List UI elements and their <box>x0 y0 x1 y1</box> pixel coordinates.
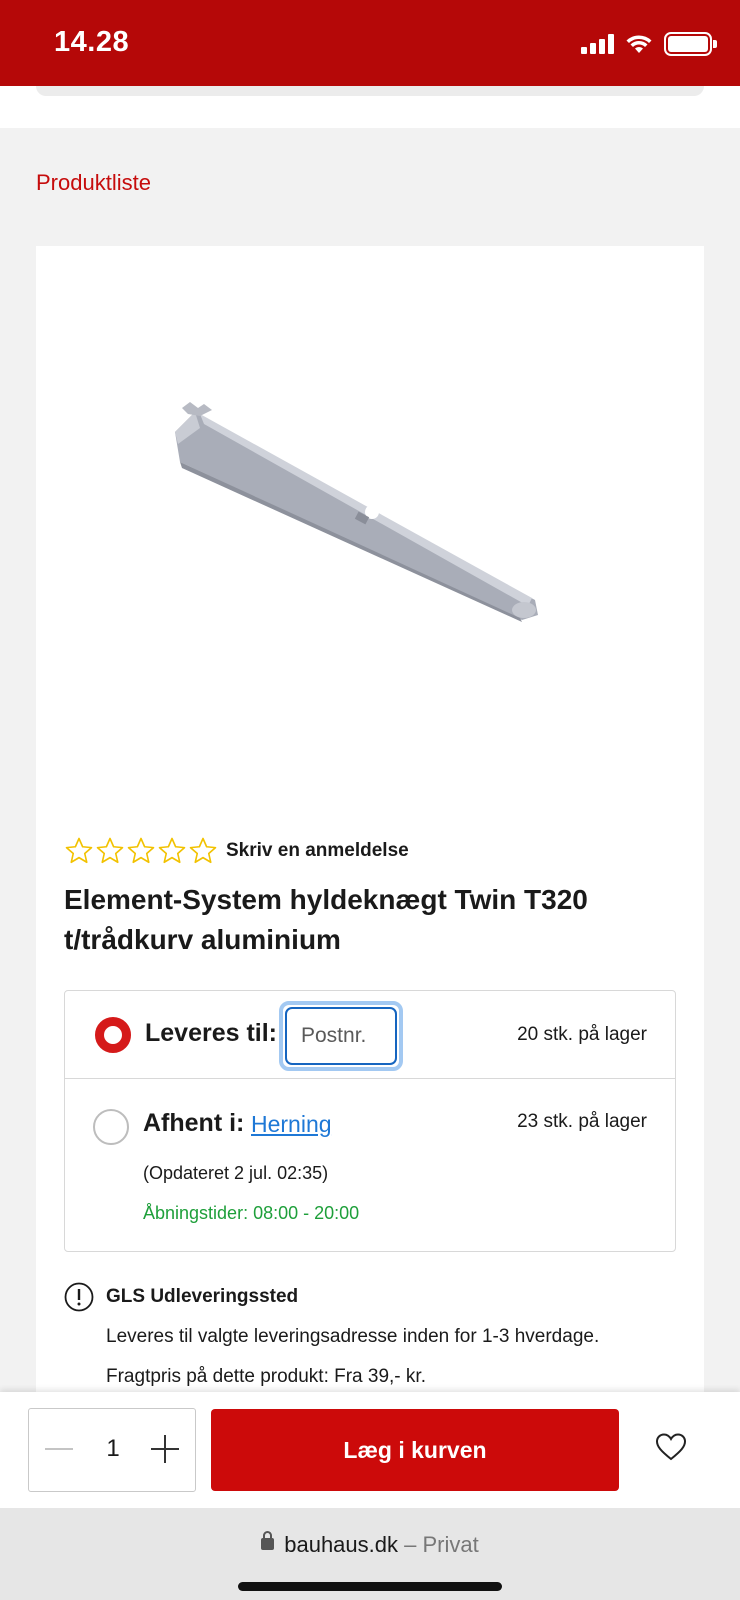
wifi-icon <box>626 35 652 53</box>
quantity-value[interactable]: 1 <box>95 1435 131 1463</box>
plus-icon[interactable] <box>151 1435 179 1463</box>
status-bar: 14.28 <box>0 0 740 86</box>
star-icon <box>158 837 186 864</box>
postcode-input[interactable] <box>285 1007 397 1065</box>
signal-icon <box>581 34 614 54</box>
url-display[interactable]: bauhaus.dk – Privat <box>0 1531 740 1558</box>
deliver-radio[interactable] <box>95 1017 131 1053</box>
star-icon <box>189 837 217 864</box>
status-time: 14.28 <box>54 26 130 58</box>
lock-icon <box>261 1531 275 1551</box>
rating-stars[interactable] <box>64 836 218 866</box>
breadcrumb-product-list[interactable]: Produktliste <box>36 170 151 196</box>
shipping-title: GLS Udleveringssted <box>106 1286 299 1307</box>
postcode-focus-ring <box>279 1001 403 1071</box>
deliver-option[interactable]: Leveres til: 20 stk. på lager <box>65 991 675 1079</box>
store-link[interactable]: Herning <box>251 1111 332 1138</box>
shipping-price: Fragtpris på dette produkt: Fra 39,- kr. <box>106 1366 426 1387</box>
add-to-cart-button[interactable]: Læg i kurven <box>211 1409 619 1491</box>
rating-row: Skriv en anmeldelse <box>64 836 409 866</box>
header-remnant <box>0 86 740 128</box>
quantity-stepper: 1 <box>28 1408 196 1492</box>
minus-icon[interactable] <box>45 1435 73 1463</box>
pickup-stock: 23 stk. på lager <box>517 1111 647 1132</box>
star-icon <box>127 837 155 864</box>
opening-hours: Åbningstider: 08:00 - 20:00 <box>143 1203 360 1223</box>
url-separator: – <box>404 1532 417 1557</box>
pickup-option[interactable]: Afhent i: Herning 23 stk. på lager (Opda… <box>65 1079 675 1251</box>
home-indicator[interactable] <box>238 1582 502 1591</box>
status-icons <box>581 32 717 56</box>
write-review-link[interactable]: Skriv en anmeldelse <box>226 840 409 862</box>
star-icon <box>96 837 124 864</box>
private-mode-label: Privat <box>422 1532 479 1557</box>
product-title: Element-System hyldeknægt Twin T320 t/tr… <box>64 884 588 955</box>
deliver-stock: 20 stk. på lager <box>517 1024 647 1045</box>
add-to-cart-bar: 1 Læg i kurven <box>0 1392 740 1508</box>
shipping-delivery-time: Leveres til valgte leveringsadresse inde… <box>106 1326 600 1347</box>
delivery-options: Leveres til: 20 stk. på lager Afhent i: … <box>64 990 676 1252</box>
pickup-radio[interactable] <box>93 1109 129 1145</box>
battery-icon <box>664 32 717 56</box>
info-icon <box>64 1282 94 1312</box>
heart-icon[interactable] <box>655 1432 687 1462</box>
star-icon <box>65 837 93 864</box>
browser-address-bar: bauhaus.dk – Privat <box>0 1508 740 1600</box>
url-domain: bauhaus.dk <box>284 1532 398 1557</box>
shelf-bracket-image <box>175 402 538 622</box>
deliver-label: Leveres til: <box>145 1019 278 1047</box>
pickup-label: Afhent i: <box>143 1109 245 1137</box>
stock-updated-text: (Opdateret 2 jul. 02:35) <box>143 1163 329 1183</box>
